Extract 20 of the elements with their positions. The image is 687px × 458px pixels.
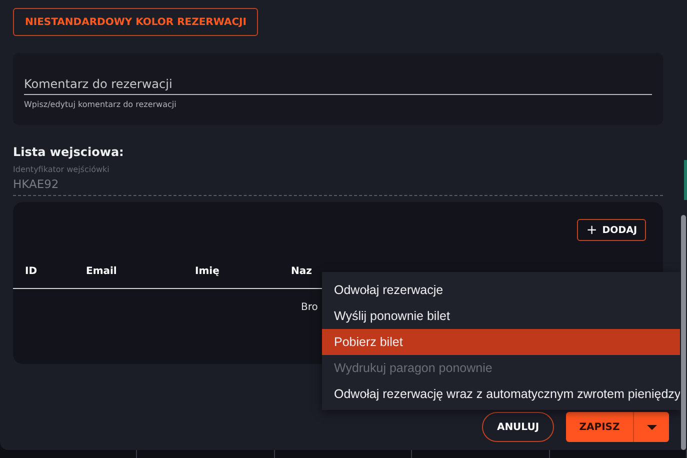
comment-helper-text: Wpisz/edytuj komentarz do rezerwacji (24, 100, 178, 109)
column-header: Email (86, 265, 117, 277)
comment-field[interactable]: Komentarz do rezerwacji (24, 77, 652, 95)
column-header: Naz (291, 265, 312, 277)
save-button[interactable]: ZAPISZ (566, 412, 634, 442)
add-button[interactable]: + DODAJ (577, 219, 646, 241)
id-field-label: Identyfikator wejściówki (13, 165, 110, 174)
menu-item[interactable]: Wyślij ponownie bilet (322, 303, 680, 329)
id-field[interactable]: HKAE92 (13, 177, 663, 196)
empty-table-text: Bro (301, 302, 318, 313)
entry-list-title: Lista wejsciowa: (13, 145, 125, 159)
cancel-button[interactable]: ANULUJ (482, 412, 554, 442)
menu-item[interactable]: Odwołaj rezerwacje (322, 277, 680, 303)
caret-icon (646, 424, 656, 430)
scrollbar-thumb[interactable] (681, 215, 686, 450)
menu-item[interactable]: Odwołaj rezerwację wraz z automatycznym zwrotem pieniędzy (322, 381, 680, 407)
column-header: Imię (195, 265, 220, 277)
custom-color-button[interactable]: NIESTANDARDOWY KOLOR REZERWACJI (13, 8, 258, 36)
menu-item[interactable]: Pobierz bilet (322, 329, 680, 355)
column-header: ID (25, 265, 38, 277)
